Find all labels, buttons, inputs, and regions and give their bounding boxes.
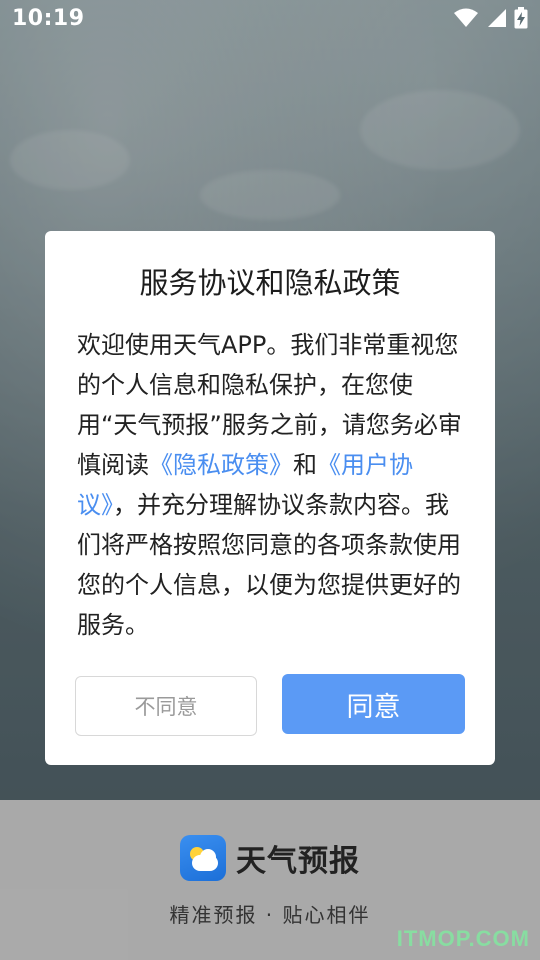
splash-brand: 天气预报 精准预报 · 贴心相伴 — [0, 835, 540, 928]
dialog-body-text-3: ，并充分理解协议条款内容。我们将严格按照您同意的各项条款使用您的个人信息，以便为… — [77, 491, 461, 639]
dialog-buttons: 不同意 同意 — [75, 674, 465, 736]
watermark: ITMOP.COM — [396, 926, 530, 951]
weather-app-logo-icon — [180, 835, 226, 881]
status-bar: 10:19 — [0, 0, 540, 36]
agree-button[interactable]: 同意 — [282, 674, 465, 734]
battery-charging-icon — [514, 7, 528, 29]
brand-row: 天气预报 — [180, 835, 360, 881]
dialog-body-text-2: 和 — [293, 451, 317, 479]
cellular-signal-icon — [488, 9, 506, 27]
status-icons — [454, 7, 528, 29]
wifi-icon — [454, 8, 478, 27]
privacy-policy-link[interactable]: 《隐私政策》 — [149, 451, 293, 479]
status-time: 10:19 — [12, 5, 85, 31]
dialog-body: 欢迎使用天气APP。我们非常重视您的个人信息和隐私保护，在您使用“天气预报”服务… — [77, 325, 463, 645]
privacy-dialog: 服务协议和隐私政策 欢迎使用天气APP。我们非常重视您的个人信息和隐私保护，在您… — [45, 231, 495, 765]
disagree-button[interactable]: 不同意 — [75, 676, 257, 736]
dialog-title: 服务协议和隐私政策 — [139, 266, 401, 300]
brand-name: 天气预报 — [236, 844, 360, 879]
brand-slogan: 精准预报 · 贴心相伴 — [169, 903, 371, 927]
